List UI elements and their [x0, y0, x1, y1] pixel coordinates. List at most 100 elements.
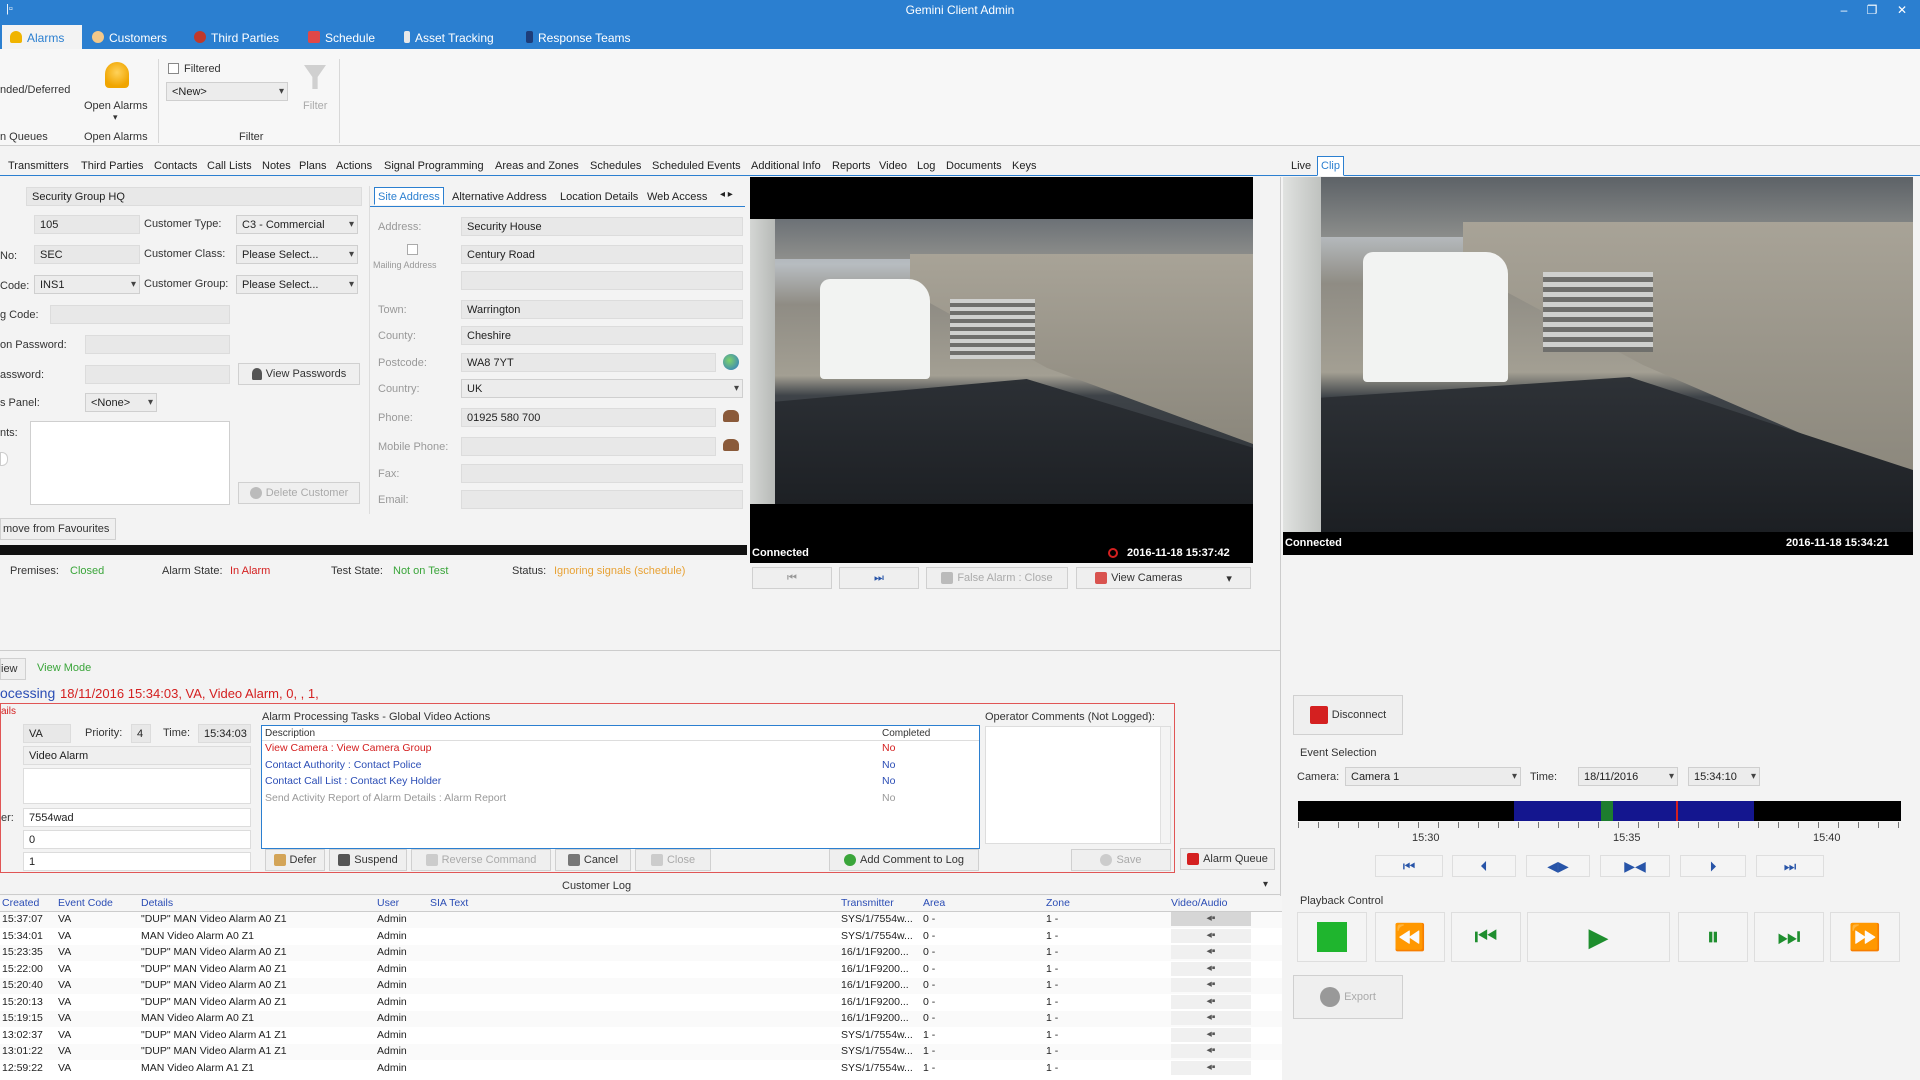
phone-icon[interactable]	[723, 410, 739, 422]
cancel-button[interactable]: Cancel	[555, 849, 631, 871]
table-row[interactable]: 15:20:13 VA "DUP" MAN Video Alarm A0 Z1 Adm…	[0, 994, 1282, 1011]
g-code-field[interactable]	[50, 305, 230, 324]
nav-tab-customers[interactable]: Customers	[84, 25, 175, 49]
tab-location-details[interactable]: Location Details	[560, 187, 638, 207]
mailing-address-checkbox[interactable]	[407, 244, 418, 255]
address-line2-field[interactable]: Century Road	[461, 245, 743, 264]
tab-plans[interactable]: Plans	[299, 156, 327, 176]
filter-button[interactable]: Filter	[303, 100, 327, 112]
alarm-notes-textarea[interactable]	[23, 768, 251, 804]
column-user[interactable]: User	[377, 897, 427, 909]
step-back-button[interactable]: ⏮	[1451, 912, 1521, 962]
tab-documents[interactable]: Documents	[946, 156, 1002, 176]
delete-customer-button[interactable]: Delete Customer	[238, 482, 360, 504]
time-picker[interactable]: 15:34:10	[1688, 767, 1760, 786]
task-row-description[interactable]: Send Activity Report of Alarm Details : …	[265, 792, 506, 804]
view-passwords-button[interactable]: View Passwords	[238, 363, 360, 385]
column-transmitter[interactable]: Transmitter	[841, 897, 921, 909]
password-field[interactable]	[85, 365, 230, 384]
tab-keys[interactable]: Keys	[1012, 156, 1036, 176]
step-forward-button[interactable]: ⏭	[1754, 912, 1824, 962]
tab-additional-info[interactable]: Additional Info	[751, 156, 821, 176]
collapse-icon[interactable]: ▾	[1263, 879, 1268, 890]
view-cameras-button[interactable]: View Cameras ▾	[1076, 567, 1251, 589]
customer-no-field[interactable]: SEC	[34, 245, 140, 264]
defer-button[interactable]: Defer	[265, 849, 325, 871]
er-field[interactable]: 7554wad	[23, 808, 251, 827]
tab-log[interactable]: Log	[917, 156, 935, 176]
date-picker[interactable]: 18/11/2016	[1578, 767, 1678, 786]
fast-forward-button[interactable]: ⏩	[1830, 912, 1900, 962]
address-line1-field[interactable]: Security House	[461, 217, 743, 236]
camera-combo[interactable]: Camera 1	[1345, 767, 1521, 786]
video-audio-icon[interactable]: ◂▪	[1171, 961, 1251, 976]
live-video-feed[interactable]: Connected 2016-11-18 15:37:42	[750, 177, 1253, 563]
video-audio-icon[interactable]: ◂▪	[1171, 1027, 1251, 1042]
tab-scheduled-events[interactable]: Scheduled Events	[652, 156, 741, 176]
panel-combo[interactable]: <None>	[85, 393, 157, 412]
table-row[interactable]: 12:59:22 VA MAN Video Alarm A1 Z1 Admin SYS/…	[0, 1060, 1282, 1077]
tab-notes[interactable]: Notes	[262, 156, 291, 176]
ended-deferred-button[interactable]: nded/Deferred	[0, 84, 70, 96]
video-audio-icon[interactable]: ◂▪	[1171, 912, 1251, 926]
table-row[interactable]: 13:01:22 VA "DUP" MAN Video Alarm A1 Z1 Adm…	[0, 1044, 1282, 1060]
phone-field[interactable]: 01925 580 700	[461, 408, 716, 427]
video-audio-icon[interactable]: ◂▪	[1171, 1011, 1251, 1025]
task-row-description[interactable]: Contact Authority : Contact Police	[265, 759, 421, 771]
view-mode-label[interactable]: View Mode	[37, 662, 91, 674]
tab-reports[interactable]: Reports	[832, 156, 871, 176]
previous-event-button[interactable]: ⏴	[1452, 855, 1516, 877]
tab-actions[interactable]: Actions	[336, 156, 372, 176]
tab-video[interactable]: Video	[879, 156, 907, 176]
video-audio-icon[interactable]: ◂▪	[1171, 1060, 1251, 1075]
on-password-field[interactable]	[85, 335, 230, 354]
close-alarm-button[interactable]: Close	[635, 849, 711, 871]
tab-schedules[interactable]: Schedules	[590, 156, 641, 176]
task-row-description[interactable]: View Camera : View Camera Group	[265, 742, 432, 754]
globe-icon[interactable]	[723, 354, 739, 370]
next-camera-button[interactable]: ⏭	[839, 567, 919, 589]
email-field[interactable]	[461, 490, 743, 509]
nav-tab-asset-tracking[interactable]: Asset Tracking	[396, 25, 502, 49]
customer-class-combo[interactable]: Please Select...	[236, 245, 358, 264]
pause-button[interactable]: ⏸	[1678, 912, 1748, 962]
fit-event-button[interactable]: ▶◀	[1600, 855, 1670, 877]
video-audio-icon[interactable]: ◂▪	[1171, 945, 1251, 959]
view-button[interactable]: iew	[0, 658, 26, 680]
suspend-button[interactable]: Suspend	[329, 849, 407, 871]
timeline-cursor[interactable]	[1601, 801, 1613, 821]
table-row[interactable]: 15:20:40 VA "DUP" MAN Video Alarm A0 Z1 Adm…	[0, 978, 1282, 994]
nav-tab-schedule[interactable]: Schedule	[300, 25, 383, 49]
alarm-description-field[interactable]: Video Alarm	[23, 746, 251, 765]
priority-field[interactable]: 4	[131, 724, 151, 743]
jump-start-button[interactable]: ⏮	[1375, 855, 1443, 877]
one-field[interactable]: 1	[23, 852, 251, 871]
column-sia-text[interactable]: SIA Text	[430, 897, 630, 909]
video-audio-icon[interactable]: ◂▪	[1171, 978, 1251, 992]
video-audio-icon[interactable]: ◂▪	[1171, 1044, 1251, 1058]
next-event-button[interactable]: ⏵	[1680, 855, 1746, 877]
operator-comments-textarea[interactable]	[985, 726, 1171, 844]
mobile-phone-icon[interactable]	[723, 439, 739, 451]
customer-id-field[interactable]: 105	[34, 215, 140, 234]
column-created[interactable]: Created	[2, 897, 57, 909]
save-button[interactable]: Save	[1071, 849, 1171, 871]
false-alarm-close-button[interactable]: False Alarm : Close	[926, 567, 1068, 589]
tab-third-parties[interactable]: Third Parties	[81, 156, 143, 176]
column-event-code[interactable]: Event Code	[58, 897, 138, 909]
add-comment-button[interactable]: Add Comment to Log	[829, 849, 979, 871]
column-video-audio[interactable]: Video/Audio	[1171, 897, 1281, 909]
mobile-phone-field[interactable]	[461, 437, 716, 456]
minimize-button[interactable]: –	[1834, 2, 1854, 18]
alarm-queue-button[interactable]: Alarm Queue	[1180, 848, 1275, 870]
column-zone[interactable]: Zone	[1046, 897, 1166, 909]
comments-textarea[interactable]	[30, 421, 230, 505]
jump-end-button[interactable]: ⏭	[1756, 855, 1824, 877]
zero-field[interactable]: 0	[23, 830, 251, 849]
tab-contacts[interactable]: Contacts	[154, 156, 197, 176]
export-button[interactable]: Export	[1293, 975, 1403, 1019]
table-row[interactable]: 15:37:07 VA "DUP" MAN Video Alarm A0 Z1 Adm…	[0, 912, 1282, 928]
tab-clip[interactable]: Clip	[1317, 156, 1344, 176]
alarm-type-field[interactable]: VA	[23, 724, 71, 743]
tab-call-lists[interactable]: Call Lists	[207, 156, 252, 176]
